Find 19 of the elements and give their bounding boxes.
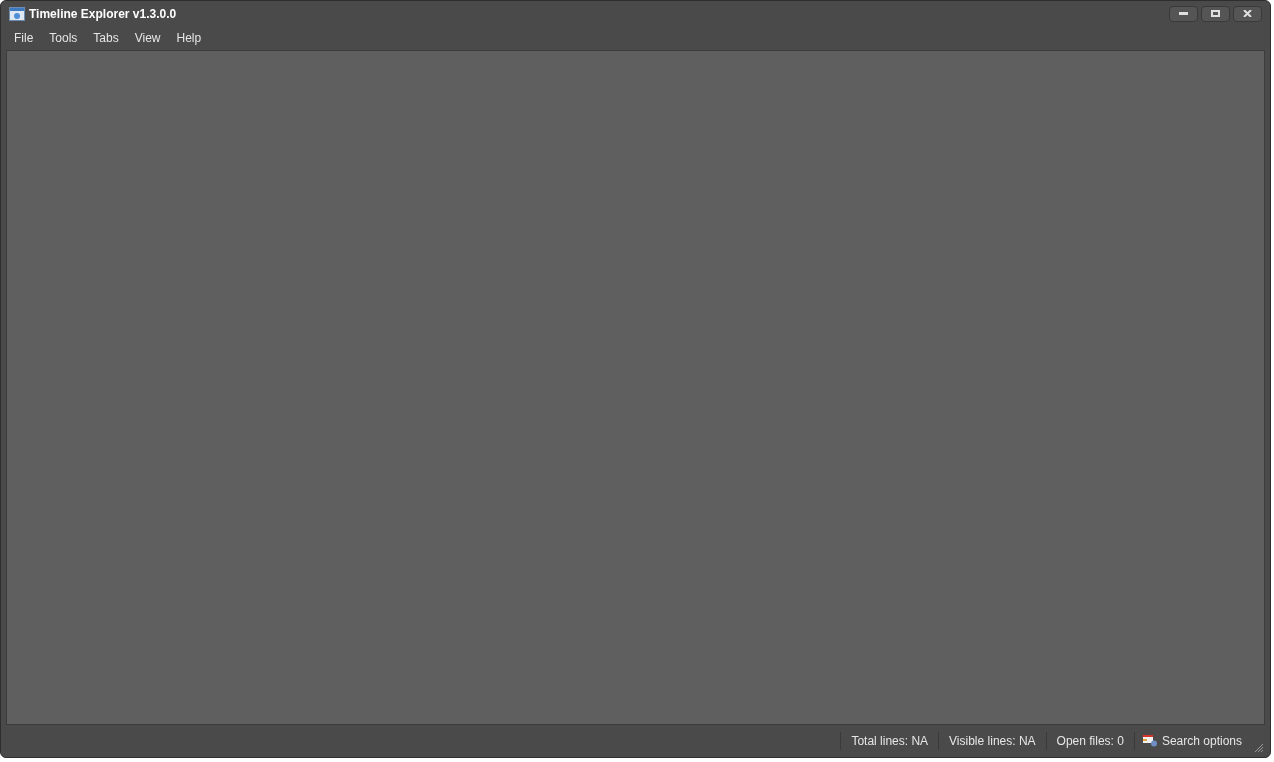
menu-item[interactable]: Tabs — [86, 29, 126, 47]
menu-item[interactable]: File — [7, 29, 41, 47]
table-gear-icon — [1142, 735, 1158, 747]
status-text: Open files: 0 — [1045, 732, 1134, 750]
status-text: Visible lines: NA — [938, 732, 1046, 750]
close-icon — [1243, 10, 1252, 17]
close-button[interactable] — [1233, 5, 1262, 22]
search-options-button[interactable]: Search options — [1133, 732, 1250, 750]
status-text: Total lines: NA — [840, 732, 939, 750]
window-title: Timeline Explorer v1.3.0.0 — [29, 5, 177, 23]
maximize-icon — [1211, 10, 1220, 17]
resize-grip-icon[interactable] — [1254, 743, 1264, 753]
app-icon — [9, 6, 25, 21]
minimize-button[interactable] — [1169, 5, 1198, 22]
menu-item[interactable]: Help — [169, 29, 209, 47]
menu-item[interactable]: View — [127, 29, 168, 47]
menu-item[interactable]: Tools — [42, 29, 85, 47]
maximize-button[interactable] — [1201, 5, 1230, 22]
minimize-icon — [1179, 12, 1188, 15]
